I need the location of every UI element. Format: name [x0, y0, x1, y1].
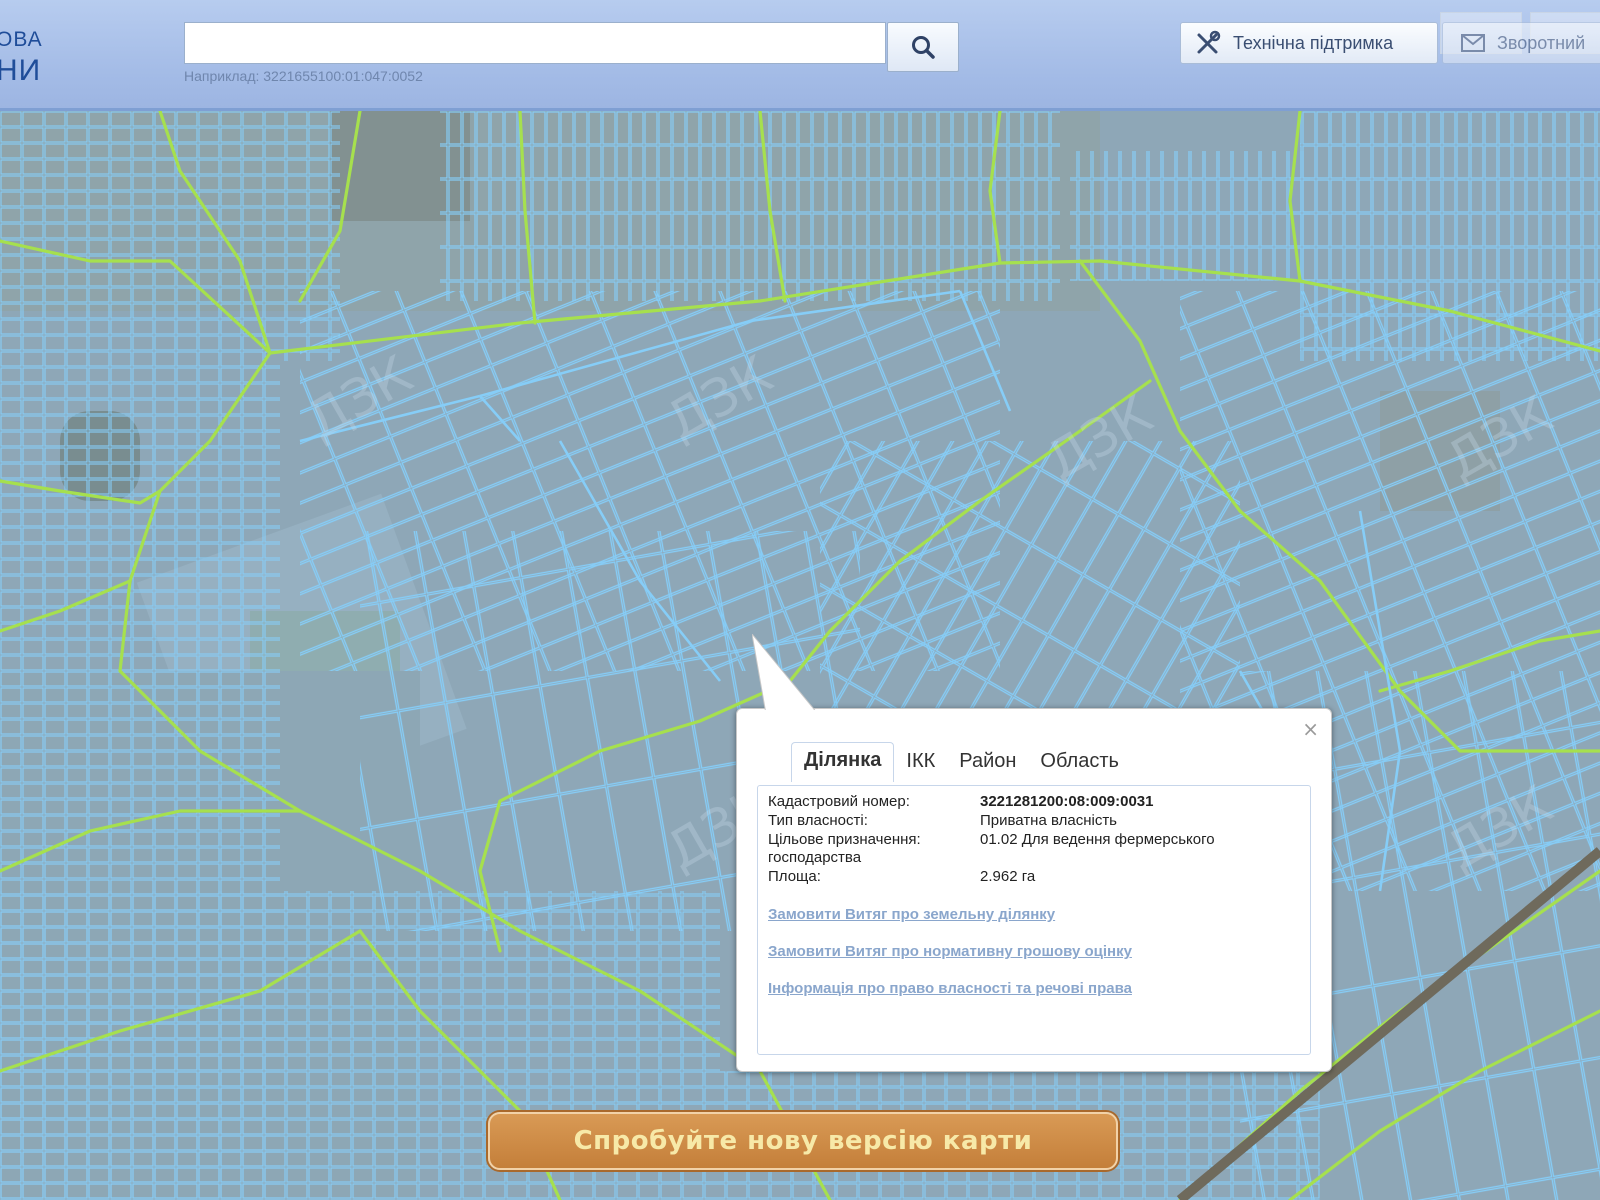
order-parcel-extract-link[interactable]: Замовити Витяг про земельну ділянку: [768, 906, 1055, 923]
area-value: 2.962 га: [980, 868, 1036, 885]
purpose-label: Цільове призначення:: [768, 831, 921, 848]
purpose-value: 01.02 Для ведення фермерського: [980, 831, 1215, 848]
mail-icon: [1461, 34, 1485, 52]
popup-pointer: [752, 634, 824, 724]
ownership-type-label: Тип власності:: [768, 812, 868, 829]
tab-district[interactable]: Район: [947, 746, 1028, 781]
logo-text-line2: НИ: [0, 54, 42, 87]
tech-support-button[interactable]: Технічна підтримка: [1180, 22, 1438, 64]
cadastral-number-value: 3221281200:08:009:0031: [980, 793, 1154, 810]
tools-icon: [1197, 30, 1221, 54]
order-valuation-extract-link[interactable]: Замовити Витяг про нормативну грошову оц…: [768, 943, 1132, 960]
parcel-details: Кадастровий номер: 3221281200:08:009:003…: [757, 785, 1311, 1055]
close-icon[interactable]: ×: [1302, 719, 1319, 739]
try-new-map-button[interactable]: Спробуйте нову версію карти: [488, 1112, 1118, 1170]
parcel-info-popup: × Ділянка ІКК Район Область Кадастровий …: [736, 708, 1332, 1072]
ownership-type-value: Приватна власність: [980, 812, 1117, 829]
purpose-label-cont: господарства: [768, 849, 862, 866]
area-label: Площа:: [768, 868, 821, 885]
tab-region[interactable]: Область: [1028, 746, 1131, 781]
ownership-rights-info-link[interactable]: Інформація про право власності та речові…: [768, 980, 1132, 997]
feedback-label: Зворотний: [1497, 32, 1586, 53]
search-button[interactable]: [887, 22, 959, 72]
cadastral-number-label: Кадастровий номер:: [768, 793, 910, 810]
feedback-button[interactable]: Зворотний: [1442, 22, 1600, 64]
popup-tabs: Ділянка ІКК Район Область: [791, 741, 1131, 782]
tab-ikk[interactable]: ІКК: [894, 746, 947, 781]
search-input[interactable]: [184, 22, 886, 64]
logo-text-line1: ОВА: [0, 28, 43, 51]
tech-support-label: Технічна підтримка: [1233, 32, 1394, 53]
search-icon: [912, 36, 935, 59]
top-header: ОВА НИ Наприклад: 3221655100:01:047:0052…: [0, 0, 1600, 111]
search-hint: Наприклад: 3221655100:01:047:0052: [184, 68, 423, 84]
tab-parcel[interactable]: Ділянка: [791, 742, 895, 782]
